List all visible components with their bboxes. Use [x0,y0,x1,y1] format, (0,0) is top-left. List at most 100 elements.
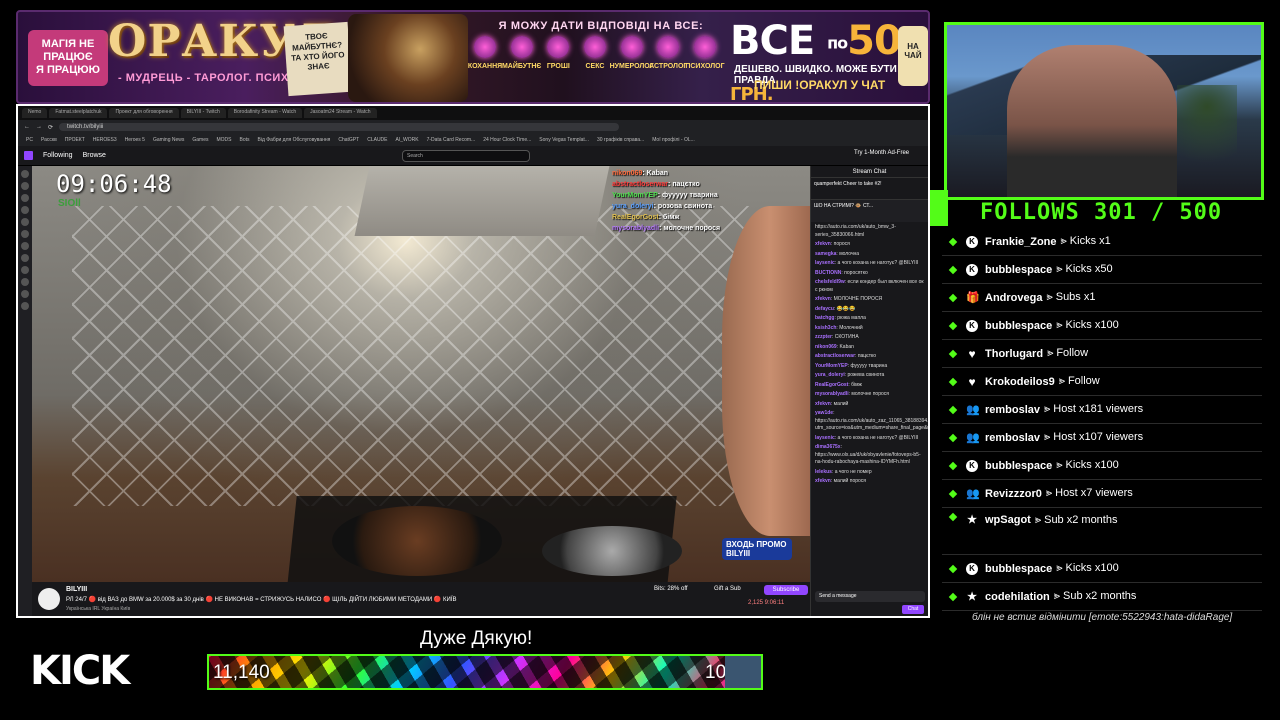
prime-button[interactable]: Try 1-Month Ad-Free [854,150,909,156]
chat-username[interactable]: xfekvn [815,296,831,302]
heart-icon [474,36,496,58]
twitch-search-input[interactable]: Search [402,150,530,162]
kick-icon: K [966,263,978,276]
channel-avatar[interactable] [21,170,29,178]
reload-icon[interactable]: ⟳ [48,124,53,131]
chat-username[interactable]: yura_doleryi [815,372,845,378]
bookmark[interactable]: ChatGPT [338,137,359,143]
browser-tab[interactable]: Jasoatm24 Stream - Watch [304,108,377,118]
channel-avatar[interactable] [21,194,29,202]
channel-avatar[interactable] [21,230,29,238]
bookmark[interactable]: Від Фабри для Обслуговування [258,137,331,143]
streamer-name[interactable]: BILYIII [66,586,87,593]
subscribe-button[interactable]: Subscribe [764,585,808,595]
chat-username[interactable]: laysenic [815,435,835,441]
browser-tab[interactable]: Fatmat.steelplatchuk [49,108,108,118]
bookmark[interactable]: PC [26,137,33,143]
browser-tab[interactable]: Проект для обговорення [109,108,179,118]
bookmark[interactable]: Heroes 5 [125,137,145,143]
chat-username[interactable]: batchgg [815,315,834,321]
chat-message: xfekvn: МОЛОЧНЕ ПОРОСЯ [815,296,883,302]
chat-input[interactable]: Send a message [815,591,925,602]
bookmark[interactable]: HEROES3 [93,137,117,143]
chat-username[interactable]: lelekus [815,469,832,475]
twitch-logo-icon[interactable] [24,151,33,160]
event-row: 👥 remboslav ⪢ Host x107 viewers [942,424,1262,452]
browser-tab[interactable]: Nemo [22,108,48,118]
chat-username[interactable]: abstractloserwar [815,353,855,359]
chat-username[interactable]: ksish3ch [815,325,836,331]
chat-username[interactable]: xfekvn [815,401,831,407]
chat-username[interactable]: mysorablyadli [815,391,849,397]
bookmark[interactable]: Расскв [41,137,57,143]
event-row: ♥ Krokodeilos9 ⪢ Follow [942,368,1262,396]
chat-send-button[interactable]: Chat [902,605,924,614]
chat-message: yura_doleryi: рожева свинота [815,372,885,378]
browser-tab[interactable]: Borodafinity Stream - Watch [227,108,303,118]
chat-text: поросятко [844,269,868,276]
event-user: bubblespace [985,263,1053,276]
chat-username[interactable]: xfekvn [815,478,831,484]
pinned-message[interactable]: ШО НА СТРИМІ? 🐵 СТ... [811,200,928,222]
pan-lid [542,526,682,576]
bookmark[interactable]: Мої профілі - OL... [652,137,695,143]
webcam-feed [944,22,1264,200]
channel-avatar[interactable] [21,218,29,226]
bookmark[interactable]: ПРОЕКТ [65,137,85,143]
event-action: ⪢ Kicks x50 [1056,263,1113,275]
stream-video[interactable]: 09:06:48 SIOll nikon069: Kaban abstractl… [32,166,810,582]
chat-username[interactable]: yaw1de [815,410,833,416]
bits-button[interactable]: Bits: 28% off [654,586,688,592]
chat-username[interactable]: zzzpter [815,334,832,340]
chat-username[interactable]: YourMomYEP [815,363,848,369]
chat-username[interactable]: nikon069 [815,344,837,350]
accent-marker [948,405,958,414]
thanks-text: Дуже Дякую! [420,628,533,649]
bookmark[interactable]: 7-Data Card Recom... [427,137,476,143]
last-chat-message: блін не встиг відмінити [emote:5522943:h… [972,612,1233,623]
back-icon[interactable]: ← [24,124,30,130]
chat-username[interactable]: chelsfeldl9w [815,279,845,285]
channel-avatar[interactable] [21,206,29,214]
chat-messages: https://auto.ria.com/uk/auto_bmw_3-serie… [811,222,928,490]
gift-sub-button[interactable]: Gift a Sub [714,586,741,592]
bookmark[interactable]: Gaming News [153,137,184,143]
stream-tags[interactable]: Українська IRL Україна Київ [66,606,130,612]
forward-icon[interactable]: → [36,124,42,130]
event-user: remboslav [985,403,1041,416]
bookmark[interactable]: AI_WORK [396,137,419,143]
channel-avatar[interactable] [21,254,29,262]
overlay-chat-line: abstractloserwar: пацєтко [612,181,700,188]
cheer-leaderboard[interactable]: quamperfekt Cheer to take #2! [811,178,928,200]
channel-avatar[interactable] [21,278,29,286]
channel-avatar[interactable] [21,242,29,250]
channel-avatar[interactable] [21,302,29,310]
chat-username[interactable]: xfekvn [815,241,831,247]
bookmark[interactable]: Sony Vegas Templat... [539,137,589,143]
nav-following[interactable]: Following [43,152,73,159]
category-future: МАЙБУТНЄ [502,36,541,90]
bookmark[interactable]: Games [192,137,208,143]
bookmark[interactable]: MODS [217,137,232,143]
chat-username[interactable]: laysenic [815,260,835,266]
streamer-avatar[interactable] [38,588,60,610]
bookmark[interactable]: 30 графіків справа... [597,137,644,143]
price-po: по [827,33,848,53]
bookmark[interactable]: CLAUDE [367,137,387,143]
bookmark[interactable]: 24 Hour Clock Time... [483,137,531,143]
nav-browse[interactable]: Browse [83,152,106,159]
chat-username[interactable]: dima3675x [815,444,841,450]
chat-username[interactable]: defaycu [815,306,834,312]
url-field[interactable]: twitch.tv/bilyiii [59,123,620,131]
channel-avatar[interactable] [21,182,29,190]
chat-username[interactable]: samegka [815,251,836,257]
channel-avatar[interactable] [21,290,29,298]
browser-tab[interactable]: BILYIII - Twitch [180,108,226,118]
accent-marker [948,512,958,522]
chat-username[interactable]: RealEgorGost [815,382,848,388]
browser-capture: Nemo Fatmat.steelplatchuk Проект для обг… [16,104,930,618]
bookmark[interactable]: Bots [240,137,250,143]
event-user: wpSagot [985,514,1031,526]
channel-avatar[interactable] [21,266,29,274]
chat-username[interactable]: BUCTIONN [815,270,841,276]
